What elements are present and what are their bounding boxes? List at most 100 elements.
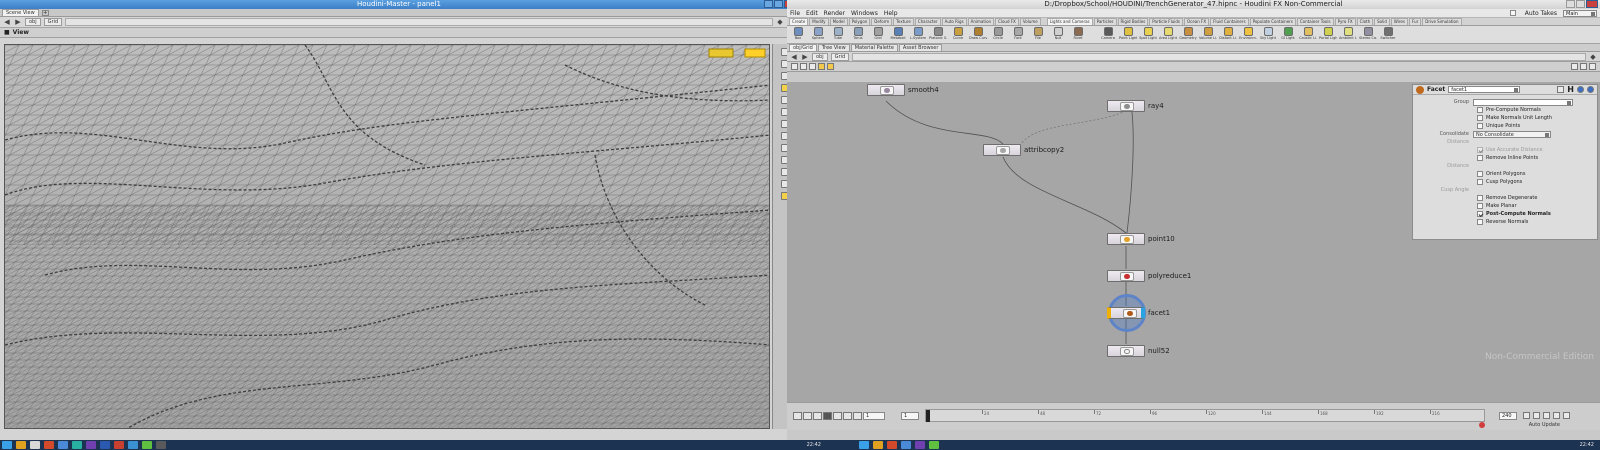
shelf-tab[interactable]: Fur — [1408, 18, 1422, 25]
app-icon[interactable] — [72, 441, 82, 449]
start-icon-2[interactable] — [859, 441, 869, 449]
shelf-tool[interactable]: Distant Li. — [1219, 27, 1237, 41]
audio-icon[interactable] — [1533, 412, 1540, 419]
back-arrow-icon[interactable]: ◀ — [790, 53, 798, 61]
consolidate-select[interactable]: No Consolidate — [1473, 130, 1551, 138]
shelf-tool[interactable]: Metaball — [889, 27, 907, 41]
step-forward-icon[interactable] — [843, 412, 852, 420]
remove-inline-points-checkbox[interactable] — [1477, 155, 1483, 161]
pane-tab[interactable]: Tree View — [817, 44, 850, 51]
shelf-tab[interactable]: Solid — [1374, 18, 1390, 25]
persp-badge-icon[interactable] — [744, 48, 766, 58]
shelf-tool[interactable]: Point Light — [1119, 27, 1137, 41]
node-polyreduce1[interactable] — [1107, 270, 1145, 282]
menu-windows[interactable]: Windows — [851, 10, 878, 17]
start-icon[interactable] — [2, 441, 12, 449]
houdini-icon-2[interactable] — [887, 441, 897, 449]
word-icon[interactable] — [100, 441, 110, 449]
net-path-field[interactable] — [852, 52, 1586, 61]
shelf-tab[interactable]: Fluid Containers — [1210, 18, 1249, 25]
shelf-tab[interactable]: Wires — [1390, 18, 1408, 25]
maximize-button[interactable] — [774, 0, 783, 8]
play-reverse-icon[interactable] — [813, 412, 822, 420]
key-icon[interactable] — [1523, 412, 1530, 419]
forward-arrow-icon[interactable]: ▶ — [14, 18, 22, 26]
node-facet1[interactable] — [1107, 307, 1145, 319]
ps-icon-2[interactable] — [915, 441, 925, 449]
options-icon[interactable] — [1580, 63, 1587, 70]
path-obj-chip[interactable]: obj — [25, 18, 41, 26]
timeline-ruler[interactable]: 24 48 72 96 120 144 168 192 216 — [925, 409, 1485, 422]
shelf-tool[interactable]: Camera — [1099, 27, 1117, 41]
auto-update-label[interactable]: Auto Update — [1529, 422, 1560, 428]
shelf-tool[interactable]: Curve — [949, 27, 967, 41]
record-icon[interactable] — [1479, 422, 1485, 428]
shelf-tool[interactable]: L-System — [909, 27, 927, 41]
range-icon[interactable] — [1553, 412, 1560, 419]
add-tab-button[interactable]: + — [41, 10, 49, 16]
shelf-tool[interactable]: Null — [1049, 27, 1067, 41]
acrobat-icon[interactable] — [114, 441, 124, 449]
tab-scene-view[interactable]: Scene View — [2, 9, 39, 16]
end-frame-field[interactable]: 240 — [1499, 412, 1517, 420]
forward-arrow-icon[interactable]: ▶ — [801, 53, 809, 61]
shelf-tool[interactable]: Tube — [829, 27, 847, 41]
shelf-tab[interactable]: Modify — [809, 18, 829, 25]
shelf-tool[interactable]: Ambient L. — [1339, 27, 1357, 41]
folder-icon[interactable] — [58, 441, 68, 449]
minimize-button[interactable] — [1566, 0, 1575, 8]
shelf-tab[interactable]: Model — [829, 18, 848, 25]
tile-mode-icon[interactable] — [800, 63, 807, 70]
shelf-tab[interactable]: Deform — [871, 18, 893, 25]
pre-compute-normals-checkbox[interactable] — [1477, 107, 1483, 113]
shelf-tool[interactable]: Area Light — [1159, 27, 1177, 41]
shelf-tool[interactable]: Switcher — [1379, 27, 1397, 41]
shelf-tab[interactable]: Auto Rigs — [941, 18, 967, 25]
grid-mode-icon[interactable] — [809, 63, 816, 70]
auto-takes-checkbox[interactable] — [1509, 10, 1516, 16]
node-ray4[interactable] — [1107, 100, 1145, 112]
list-mode-icon[interactable] — [791, 63, 798, 70]
shelf-tab[interactable]: Particles — [1093, 18, 1117, 25]
back-arrow-icon[interactable]: ◀ — [3, 18, 11, 26]
zoom-icon[interactable] — [1589, 63, 1596, 70]
node-attribcopy2[interactable] — [983, 144, 1021, 156]
post-compute-normals-checkbox[interactable] — [1477, 211, 1483, 217]
desktop-select[interactable]: Main — [1563, 9, 1597, 17]
stop-icon[interactable] — [823, 412, 832, 420]
menu-edit[interactable]: Edit — [806, 10, 818, 17]
jump-start-icon[interactable] — [793, 412, 802, 420]
shelf-tool[interactable]: Volume Li. — [1199, 27, 1217, 41]
shelf-tool[interactable]: Environm. — [1239, 27, 1257, 41]
maximize-button[interactable] — [1576, 0, 1585, 8]
menu-help[interactable]: Help — [884, 10, 898, 17]
shelf-tab[interactable]: Volume — [1019, 18, 1041, 25]
start-frame-field[interactable]: 1 — [863, 412, 885, 420]
node-smooth4[interactable] — [867, 84, 905, 96]
shelf-tool[interactable]: Platonic S. — [929, 27, 947, 41]
shelf-tab[interactable]: Animation — [967, 18, 995, 25]
info-icon[interactable] — [1577, 86, 1584, 93]
shelf-tab[interactable]: Lights and Cameras — [1046, 18, 1093, 25]
net-path-obj-chip[interactable]: obj — [812, 52, 828, 61]
gear-icon[interactable] — [1557, 86, 1565, 93]
use-accurate-distance-checkbox[interactable] — [1477, 147, 1483, 153]
shelf-tool[interactable]: File — [1029, 27, 1047, 41]
shelf-tab[interactable]: Drive Simulation — [1422, 18, 1462, 25]
menu-file[interactable]: File — [790, 10, 800, 17]
close-button[interactable] — [1586, 0, 1598, 8]
shelf-tool[interactable]: Circle — [989, 27, 1007, 41]
remove-degenerate-checkbox[interactable] — [1477, 195, 1483, 201]
jump-end-icon[interactable] — [853, 412, 862, 420]
path-node-chip[interactable]: Grid — [43, 18, 63, 26]
group-field[interactable] — [1473, 98, 1573, 106]
shelf-tool[interactable]: Stereo Ca. — [1359, 27, 1377, 41]
sticky-icon[interactable] — [827, 63, 834, 70]
make-normals-unit-checkbox[interactable] — [1477, 115, 1483, 121]
reverse-normals-checkbox[interactable] — [1477, 219, 1483, 225]
shelf-tool[interactable]: Sphere — [809, 27, 827, 41]
shelf-tool[interactable]: Grid — [869, 27, 887, 41]
shelf-tab[interactable]: Create — [789, 18, 809, 25]
houdini-h-icon[interactable]: H — [1567, 85, 1574, 94]
explorer-icon[interactable] — [16, 441, 26, 449]
